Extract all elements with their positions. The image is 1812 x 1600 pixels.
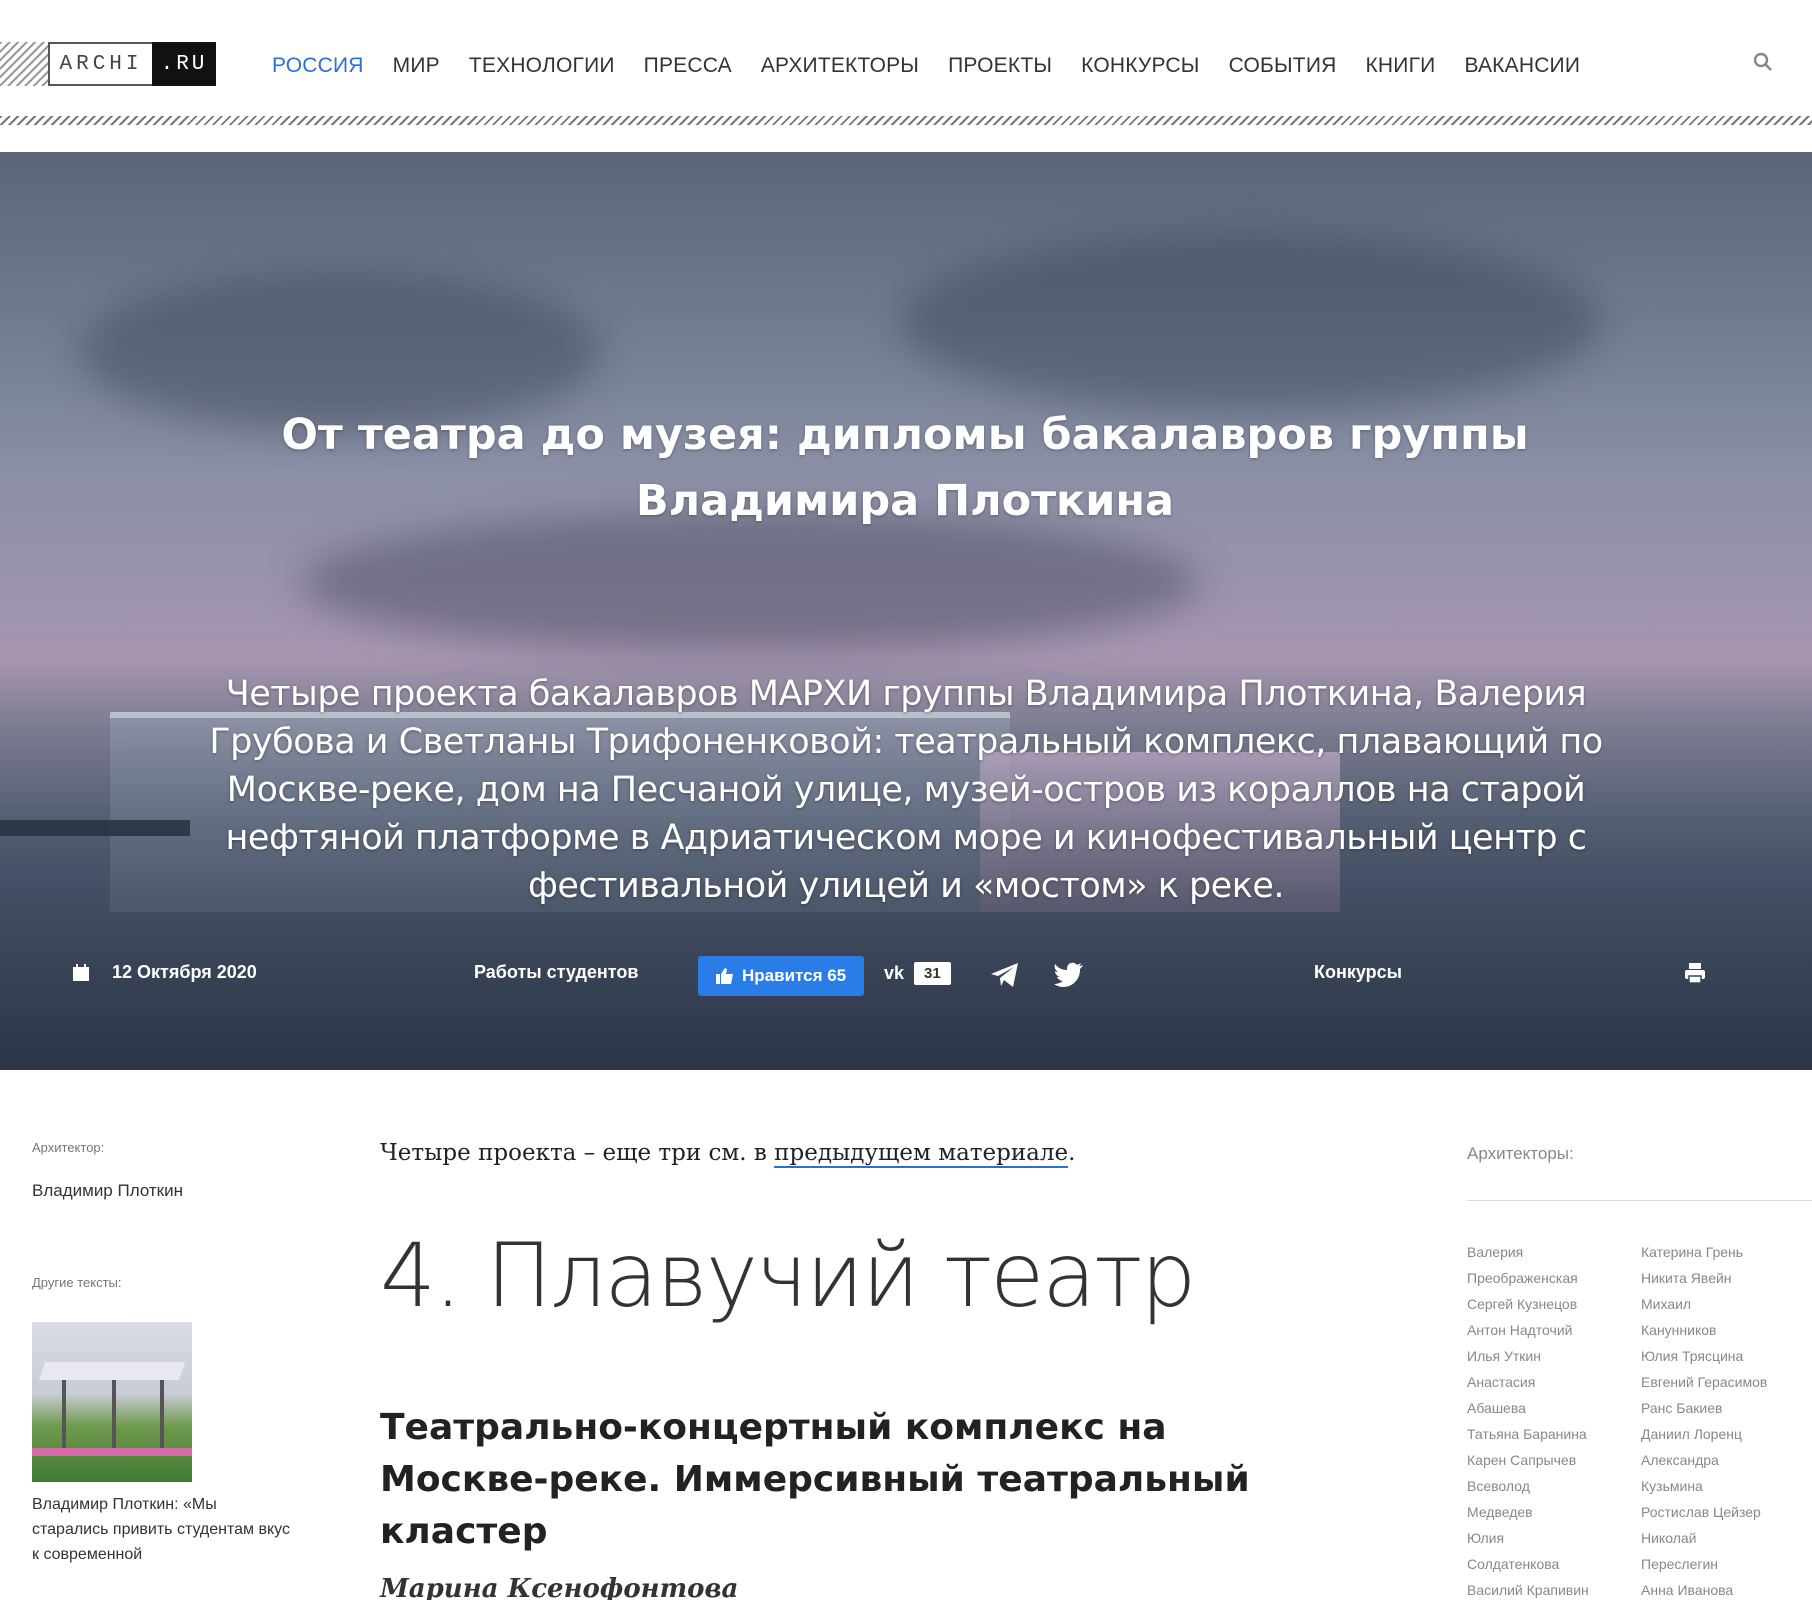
nav-item-russia[interactable]: РОССИЯ bbox=[272, 52, 364, 80]
architect-name[interactable]: Ранс Бакиев bbox=[1641, 1395, 1812, 1421]
twitter-icon[interactable] bbox=[1054, 962, 1084, 988]
architect-name[interactable]: Антон Надточий bbox=[1467, 1317, 1641, 1343]
architect-name[interactable]: Канунников bbox=[1641, 1317, 1812, 1343]
thumbnail-column bbox=[160, 1380, 164, 1450]
article-lead: Четыре проекта бакалавров МАРХИ группы В… bbox=[209, 674, 1603, 906]
previous-material-link[interactable]: предыдущем материале bbox=[774, 1140, 1069, 1168]
nav-item-projects[interactable]: ПРОЕКТЫ bbox=[948, 52, 1052, 80]
architect-name[interactable]: Ростислав Цейзер bbox=[1641, 1499, 1812, 1525]
telegram-icon[interactable] bbox=[990, 962, 1020, 988]
section-title: 4. Плавучий театр bbox=[380, 1224, 1196, 1327]
header-divider bbox=[0, 116, 1812, 125]
architect-name[interactable]: Катерина Грень bbox=[1641, 1239, 1812, 1265]
architect-name[interactable]: Юлия Трясцина bbox=[1641, 1343, 1812, 1369]
main-nav: РОССИЯ МИР ТЕХНОЛОГИИ ПРЕССА АРХИТЕКТОРЫ… bbox=[272, 52, 1609, 80]
calendar-icon bbox=[73, 963, 89, 981]
logo-ru: .RU bbox=[152, 42, 216, 86]
architect-name[interactable]: Александра bbox=[1641, 1447, 1812, 1473]
architect-name[interactable]: Всеволод bbox=[1467, 1473, 1641, 1499]
logo-archi: ARCHI bbox=[48, 42, 152, 86]
architect-name[interactable]: Валерия bbox=[1467, 1239, 1641, 1265]
architect-name[interactable]: Карен Сапрычев bbox=[1467, 1447, 1641, 1473]
nav-item-world[interactable]: МИР bbox=[393, 52, 440, 80]
like-button-label: Нравится 65 bbox=[742, 966, 847, 985]
architect-name[interactable]: Василий Крапивин bbox=[1467, 1577, 1641, 1600]
architect-name[interactable]: Анна Иванова bbox=[1641, 1577, 1812, 1600]
nav-item-books[interactable]: КНИГИ bbox=[1366, 52, 1436, 80]
nav-item-technologies[interactable]: ТЕХНОЛОГИИ bbox=[469, 52, 615, 80]
article-date: 12 Октября 2020 bbox=[72, 962, 257, 983]
architect-name[interactable]: Преображенская bbox=[1467, 1265, 1641, 1291]
article-body: Четыре проекта – еще три см. в предыдуще… bbox=[380, 1140, 1320, 1600]
other-texts-label: Другие тексты: bbox=[32, 1275, 122, 1290]
architect-name[interactable]: Николай bbox=[1641, 1525, 1812, 1551]
architect-name[interactable]: Сергей Кузнецов bbox=[1467, 1291, 1641, 1317]
architects-title: Архитекторы: bbox=[1467, 1144, 1574, 1163]
architect-name[interactable]: Солдатенкова bbox=[1467, 1551, 1641, 1577]
intro-text: Четыре проекта – еще три см. в bbox=[380, 1140, 775, 1166]
left-sidebar: Архитектор: Владимир Плоткин Другие текс… bbox=[32, 1140, 292, 1567]
architect-label: Архитектор: bbox=[32, 1140, 105, 1155]
article-title: От театра до музея: дипломы бакалавров г… bbox=[281, 410, 1529, 526]
project-heading: Театрально-концертный комплекс на Москве… bbox=[380, 1407, 1250, 1552]
architect-name[interactable]: Евгений Герасимов bbox=[1641, 1369, 1812, 1395]
architect-name[interactable]: Анастасия bbox=[1467, 1369, 1641, 1395]
vk-share-count: 31 bbox=[914, 962, 951, 985]
related-article-thumbnail[interactable] bbox=[32, 1322, 192, 1482]
print-icon[interactable] bbox=[1684, 962, 1706, 984]
related-article-caption[interactable]: Владимир Плоткин: «Мы старались привить … bbox=[32, 1492, 292, 1567]
search-icon[interactable] bbox=[1752, 51, 1774, 73]
article-category-link[interactable]: Работы студентов bbox=[474, 962, 638, 983]
architect-name[interactable]: Никита Явейн bbox=[1641, 1265, 1812, 1291]
architect-name[interactable]: Переслегин bbox=[1641, 1551, 1812, 1577]
architects-sidebar: Архитекторы: Валерия Катерина Грень Прео… bbox=[1467, 1144, 1812, 1600]
architect-name[interactable]: Татьяна Баранина bbox=[1467, 1421, 1641, 1447]
architects-divider bbox=[1467, 1200, 1812, 1201]
nav-item-events[interactable]: СОБЫТИЯ bbox=[1229, 52, 1337, 80]
article-meta-bar: 12 Октября 2020 Работы студентов Нравитс… bbox=[0, 956, 1812, 1002]
hero-cloud bbox=[900, 232, 1600, 412]
hero-banner: От театра до музея: дипломы бакалавров г… bbox=[0, 152, 1812, 1070]
like-button[interactable]: Нравится 65 bbox=[698, 956, 865, 996]
thumbnail-roof bbox=[38, 1362, 186, 1380]
nav-item-vacancies[interactable]: ВАКАНСИИ bbox=[1464, 52, 1580, 80]
thumbnail-column bbox=[112, 1380, 116, 1450]
architect-name[interactable]: Михаил bbox=[1641, 1291, 1812, 1317]
architect-name[interactable]: Медведев bbox=[1467, 1499, 1641, 1525]
article-intro: Четыре проекта – еще три см. в предыдуще… bbox=[380, 1140, 1320, 1168]
article-category-text: Работы студентов bbox=[474, 962, 639, 982]
site-logo[interactable]: ARCHI .RU bbox=[48, 42, 216, 86]
nav-item-architects[interactable]: АРХИТЕКТОРЫ bbox=[761, 52, 919, 80]
logo-hatch bbox=[0, 42, 48, 86]
project-author: Марина Ксенофонтова bbox=[380, 1574, 739, 1600]
architect-name[interactable]: Кузьмина bbox=[1641, 1473, 1812, 1499]
architect-name[interactable]: Абашева bbox=[1467, 1395, 1641, 1421]
article-tag-link[interactable]: Конкурсы bbox=[1314, 962, 1402, 983]
architect-name[interactable]: Илья Уткин bbox=[1467, 1343, 1641, 1369]
nav-item-press[interactable]: ПРЕССА bbox=[644, 52, 732, 80]
architect-name[interactable]: Даниил Лоренц bbox=[1641, 1421, 1812, 1447]
article-tag-text: Конкурсы bbox=[1314, 962, 1403, 982]
site-header: ARCHI .RU РОССИЯ МИР ТЕХНОЛОГИИ ПРЕССА А… bbox=[0, 0, 1812, 152]
thumbnail-light-strip bbox=[32, 1448, 192, 1456]
nav-item-competitions[interactable]: КОНКУРСЫ bbox=[1081, 52, 1199, 80]
vk-icon: vk bbox=[884, 963, 905, 983]
architect-name[interactable]: Юлия bbox=[1467, 1525, 1641, 1551]
architect-link[interactable]: Владимир Плоткин bbox=[32, 1181, 292, 1201]
hero-pier bbox=[0, 820, 190, 836]
thumbs-up-icon bbox=[716, 968, 733, 984]
architects-list: Валерия Катерина Грень Преображенская Ни… bbox=[1467, 1239, 1812, 1600]
article-date-text: 12 Октября 2020 bbox=[112, 962, 257, 982]
intro-end: . bbox=[1068, 1140, 1076, 1166]
vk-share[interactable]: vk 31 bbox=[884, 962, 951, 985]
thumbnail-column bbox=[62, 1380, 66, 1450]
